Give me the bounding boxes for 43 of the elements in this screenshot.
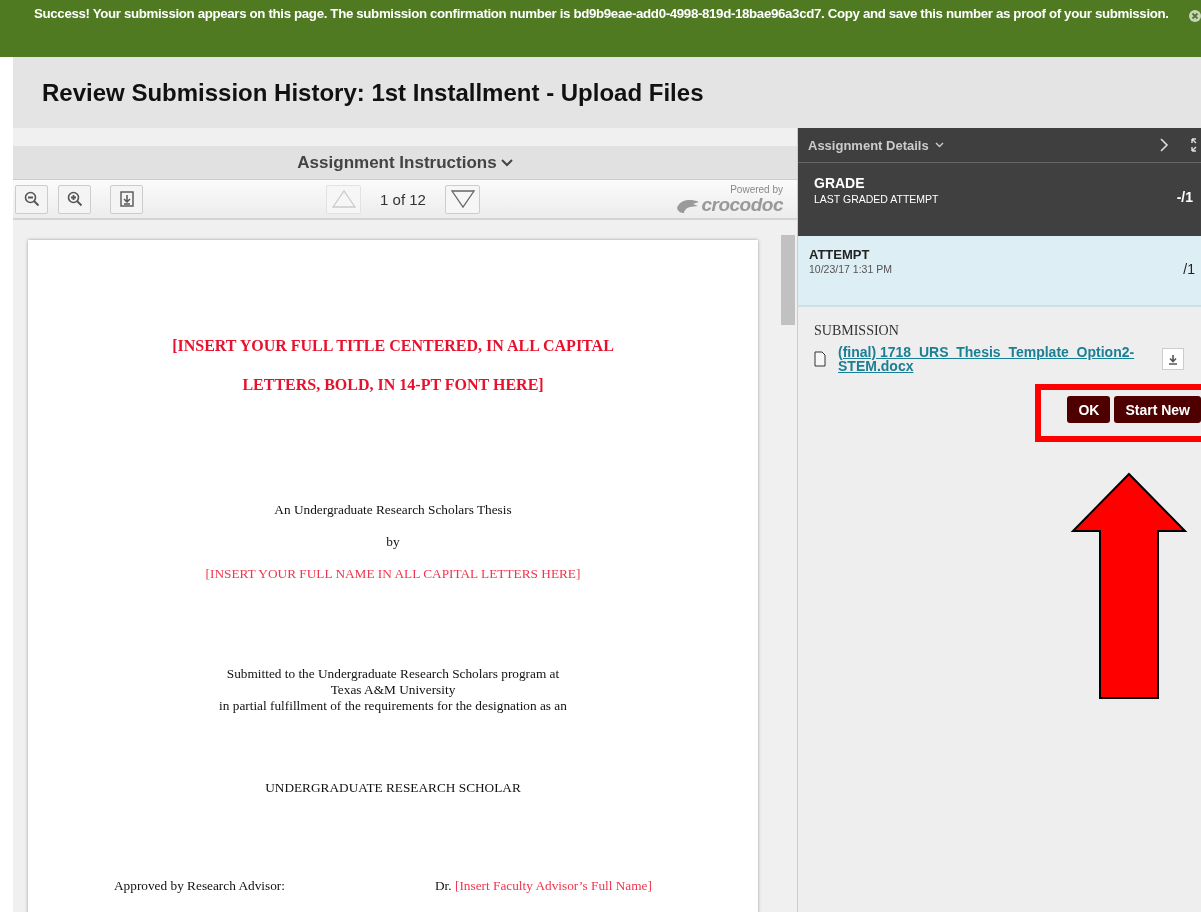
attempt-row[interactable]: ATTEMPT 10/23/17 1:31 PM /1 [798,236,1201,307]
zoom-in-icon [66,191,83,207]
download-icon [119,191,134,207]
document-text: Texas A&M University [329,682,457,698]
attempt-score: /1 [1183,261,1195,279]
advisor-line: Dr. [Insert Faculty Advisor’s Full Name] [435,878,652,894]
grade-label: GRADE [814,175,866,191]
file-link[interactable]: (final) 1718_URS_Thesis_Template_Option2-STEM.docx [838,345,1148,373]
download-button[interactable] [110,184,143,214]
chevron-down-icon [934,142,944,148]
instructions-toggle[interactable]: Assignment Instructions [293,150,517,175]
brand-name: crocodoc [701,194,783,214]
chevron-down-icon [500,158,513,167]
success-message: Success! Your submission appears on this page. The submission confirmation number is bd9b9eae-add0-4998-819d-18bae96a3cd7. Copy and save this number as proof of your submission. [34,6,1170,21]
zoom-out-icon [23,191,40,207]
next-page-button[interactable] [445,184,480,214]
powered-by-label: Powered by [730,184,783,195]
grade-sublabel: LAST GRADED ATTEMPT [814,193,939,205]
document-text: An Undergraduate Research Scholars Thesis [273,502,513,518]
file-icon [814,351,826,367]
action-button[interactable]: Start New [1114,396,1201,423]
chevron-right-icon[interactable] [1160,138,1169,152]
zoom-out-button[interactable] [15,184,48,214]
document-text: in partial fulfillment of the requirements for the designation as an [218,698,568,714]
page-title: Review Submission History: 1st Installment - Upload Files [42,78,704,107]
document-text: [INSERT YOUR FULL NAME IN ALL CAPITAL LETTERS HERE] [204,566,582,582]
document-text: Submitted to the Undergraduate Research Scholars program at [225,666,561,682]
action-button[interactable]: OK [1067,396,1111,423]
document-title: [INSERT YOUR FULL TITLE CENTERED, IN ALL CAPITAL [171,336,615,356]
close-icon[interactable] [1189,10,1201,22]
document-title: LETTERS, BOLD, IN 14-PT FONT HERE] [241,375,545,395]
signature-label: Approved by Research Advisor: [114,878,286,894]
zoom-in-button[interactable] [58,184,91,214]
page-indicator: 1 of 12 [379,190,427,208]
submission-label: SUBMISSION [814,323,900,339]
grade-score: -/1 [1176,189,1193,205]
document-text: UNDERGRADUATE RESEARCH SCHOLAR [264,780,522,796]
download-icon [1168,353,1178,365]
download-button[interactable] [1162,348,1184,370]
attempt-date: 10/23/17 1:31 PM [809,263,892,275]
attempt-label: ATTEMPT [809,247,871,262]
details-toggle[interactable]: Assignment Details [808,137,944,153]
document-text: by [385,534,401,550]
